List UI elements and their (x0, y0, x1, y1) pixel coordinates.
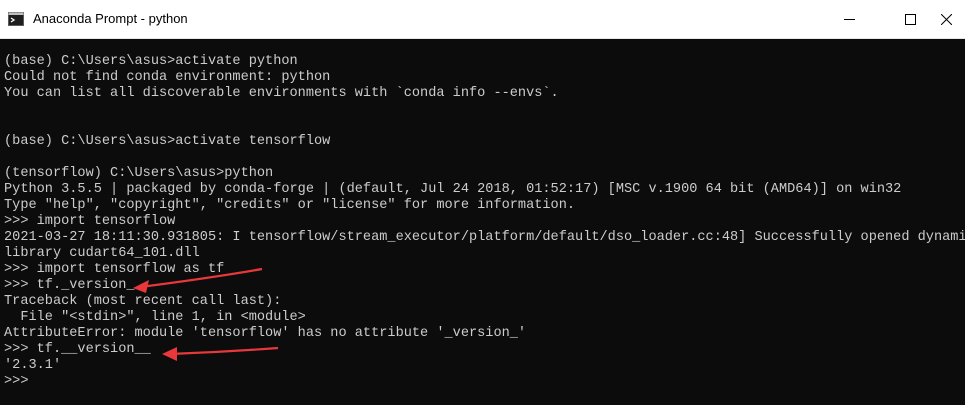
terminal-line: (tensorflow) C:\Users\asus>python (4, 166, 274, 181)
terminal-line: AttributeError: module 'tensorflow' has … (4, 326, 527, 341)
terminal-line: Python 3.5.5 | packaged by conda-forge |… (4, 182, 902, 197)
terminal-line: >>> tf.__version__ (4, 342, 151, 357)
terminal-line: >>> (4, 374, 29, 389)
close-button[interactable] (924, 0, 965, 38)
console-window: Anaconda Prompt - python (base) C:\Users… (0, 0, 965, 405)
close-icon (941, 14, 952, 25)
terminal-line: Could not find conda environment: python (4, 70, 331, 85)
minimize-icon (844, 19, 855, 20)
terminal-line: '2.3.1' (4, 358, 62, 373)
maximize-icon (905, 14, 916, 25)
terminal-line: >>> import tensorflow as tf (4, 262, 225, 277)
terminal-line: >>> import tensorflow (4, 214, 176, 229)
terminal-line: Traceback (most recent call last): (4, 294, 282, 309)
terminal-line: >>> tf._version_ (4, 278, 135, 293)
terminal-icon (8, 12, 24, 26)
terminal-line: (base) C:\Users\asus>activate python (4, 54, 298, 69)
minimize-button[interactable] (827, 0, 873, 38)
terminal-output[interactable]: (base) C:\Users\asus>activate python Cou… (0, 39, 965, 405)
terminal-line: (base) C:\Users\asus>activate tensorflow (4, 134, 331, 149)
terminal-line: 2021-03-27 18:11:30.931805: I tensorflow… (4, 230, 965, 245)
terminal-line: You can list all discoverable environmen… (4, 86, 559, 101)
terminal-line: Type "help", "copyright", "credits" or "… (4, 198, 576, 213)
title-bar[interactable]: Anaconda Prompt - python (0, 0, 965, 39)
window-title: Anaconda Prompt - python (33, 11, 188, 26)
terminal-line: File "<stdin>", line 1, in <module> (4, 310, 306, 325)
terminal-line: library cudart64_101.dll (4, 246, 200, 261)
